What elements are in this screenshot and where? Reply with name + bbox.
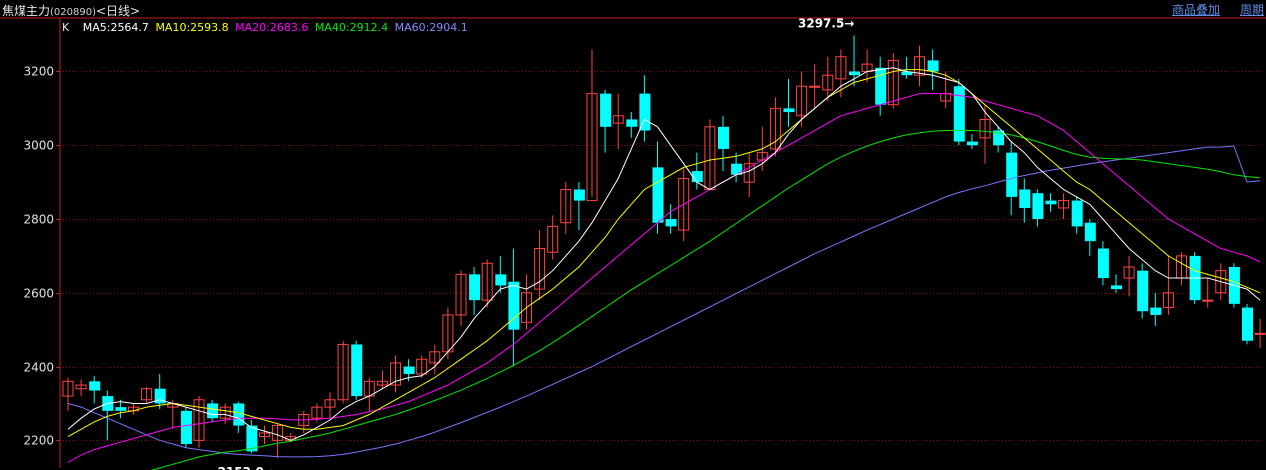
candle-body-up — [1202, 299, 1214, 302]
y-tick-label: 3200 — [23, 65, 54, 79]
y-tick-label: 2400 — [23, 361, 54, 375]
candle-body-down — [600, 93, 612, 127]
candle-body-down — [1111, 285, 1122, 290]
candle-body-down — [718, 126, 729, 149]
candle-body-down — [665, 219, 677, 227]
candle-body-down — [495, 274, 507, 286]
candle-body-down — [180, 410, 192, 445]
ma40-line — [150, 130, 1261, 470]
candle-body-down — [115, 407, 127, 411]
candlestick-chart[interactable]: 2200 2400 2600 2800 3000 3200 3297.5→ 2152.0→ — [0, 0, 1266, 470]
candle-body-down — [1150, 307, 1162, 315]
candle-body-up — [809, 85, 821, 88]
high-price-annotation: 3297.5→ — [798, 17, 854, 31]
candle-body-down — [652, 167, 664, 223]
candle-body-down — [89, 381, 101, 391]
y-tick-label: 2600 — [23, 287, 54, 301]
candle-body-down — [233, 403, 245, 426]
candle-body-down — [639, 93, 651, 131]
candle-body-down — [403, 366, 415, 374]
ma20-line — [67, 93, 1261, 463]
y-tick-label: 2200 — [23, 434, 54, 448]
candle-body-down — [469, 274, 481, 301]
candle-body-down — [1032, 193, 1044, 220]
candle-body-down — [508, 281, 520, 330]
candle-body-down — [1045, 200, 1057, 205]
candle-body-down — [783, 108, 795, 113]
candle-body-down — [573, 189, 585, 201]
candle-body-down — [849, 71, 860, 76]
candle-body-down — [1242, 307, 1253, 341]
candle-body-down — [966, 141, 978, 146]
low-price-annotation: 2152.0→ — [218, 465, 274, 470]
candle-body-down — [1006, 152, 1018, 197]
candle-body-down — [927, 60, 939, 72]
candle-body-down — [351, 344, 363, 397]
candle-body-down — [1019, 189, 1031, 208]
candle-body-down — [207, 403, 219, 419]
candle-body-up — [1254, 332, 1266, 335]
candle-body-down — [1071, 200, 1083, 227]
y-tick-label: 3000 — [23, 139, 54, 153]
ma60-line — [67, 145, 1261, 458]
candle-body-down — [1137, 270, 1149, 312]
candle-body-down — [626, 119, 638, 127]
candle-body-down — [875, 67, 887, 105]
ma10-line — [67, 69, 1261, 438]
ma5-line — [67, 67, 1261, 441]
candle-body-down — [1097, 248, 1109, 279]
y-tick-label: 2800 — [23, 213, 54, 227]
candle-body-down — [1084, 222, 1096, 242]
